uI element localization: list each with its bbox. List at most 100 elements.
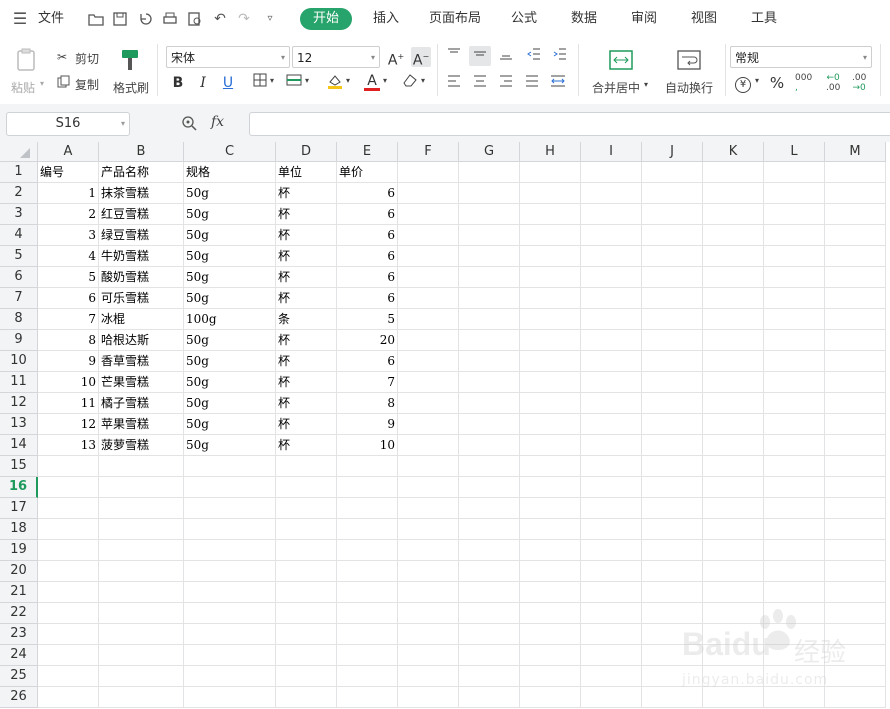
cell-m12[interactable] [825,393,886,414]
cell-d19[interactable] [276,540,337,561]
cell-b8[interactable]: 冰棍 [99,309,184,330]
tab-review[interactable]: 审阅 [631,9,657,29]
cell-d14[interactable]: 杯 [276,435,337,456]
row-header-1[interactable]: 1 [0,162,38,183]
cell-i4[interactable] [581,225,642,246]
row-header-4[interactable]: 4 [0,225,38,246]
cell-f18[interactable] [398,519,459,540]
cell-a19[interactable] [38,540,99,561]
cell-m7[interactable] [825,288,886,309]
row-header-5[interactable]: 5 [0,246,38,267]
cell-g17[interactable] [459,498,520,519]
cell-e5[interactable]: 6 [337,246,398,267]
cell-d9[interactable]: 杯 [276,330,337,351]
cell-a2[interactable]: 1 [38,183,99,204]
cell-l18[interactable] [764,519,825,540]
cell-g11[interactable] [459,372,520,393]
cell-h20[interactable] [520,561,581,582]
cell-f16[interactable] [398,477,459,498]
cell-i12[interactable] [581,393,642,414]
row-header-10[interactable]: 10 [0,351,38,372]
cell-e14[interactable]: 10 [337,435,398,456]
cell-m14[interactable] [825,435,886,456]
cell-d17[interactable] [276,498,337,519]
cell-k1[interactable] [703,162,764,183]
cell-c2[interactable]: 50g [184,183,276,204]
cell-c14[interactable]: 50g [184,435,276,456]
column-header-h[interactable]: H [520,142,581,162]
row-header-25[interactable]: 25 [0,666,38,687]
italic-button[interactable]: I [193,73,213,93]
cell-j17[interactable] [642,498,703,519]
cell-b21[interactable] [99,582,184,603]
cell-h21[interactable] [520,582,581,603]
cell-g3[interactable] [459,204,520,225]
cell-c8[interactable]: 100g [184,309,276,330]
cell-i21[interactable] [581,582,642,603]
cell-j18[interactable] [642,519,703,540]
cell-k6[interactable] [703,267,764,288]
cell-l8[interactable] [764,309,825,330]
cell-c5[interactable]: 50g [184,246,276,267]
tab-page-layout[interactable]: 页面布局 [429,9,481,29]
cell-i23[interactable] [581,624,642,645]
chevron-down-icon[interactable]: ▾ [270,76,274,85]
cell-l20[interactable] [764,561,825,582]
row-header-6[interactable]: 6 [0,267,38,288]
column-header-f[interactable]: F [398,142,459,162]
export-icon[interactable] [138,11,154,27]
cell-e21[interactable] [337,582,398,603]
print-icon[interactable] [162,11,178,27]
formula-input[interactable] [249,112,890,136]
cell-h16[interactable] [520,477,581,498]
cell-h3[interactable] [520,204,581,225]
cell-h12[interactable] [520,393,581,414]
cell-l6[interactable] [764,267,825,288]
distributed-align-icon[interactable] [548,73,568,93]
column-header-i[interactable]: I [581,142,642,162]
cell-l14[interactable] [764,435,825,456]
cell-f8[interactable] [398,309,459,330]
cell-l15[interactable] [764,456,825,477]
cell-a8[interactable]: 7 [38,309,99,330]
cell-k12[interactable] [703,393,764,414]
cell-m2[interactable] [825,183,886,204]
column-header-b[interactable]: B [99,142,184,162]
cell-j9[interactable] [642,330,703,351]
cell-m16[interactable] [825,477,886,498]
column-header-m[interactable]: M [825,142,886,162]
cell-i24[interactable] [581,645,642,666]
cell-f5[interactable] [398,246,459,267]
cell-e11[interactable]: 7 [337,372,398,393]
cell-h25[interactable] [520,666,581,687]
cell-a25[interactable] [38,666,99,687]
cell-l17[interactable] [764,498,825,519]
cell-j11[interactable] [642,372,703,393]
cell-a1[interactable]: 编号 [38,162,99,183]
cell-c15[interactable] [184,456,276,477]
cell-g23[interactable] [459,624,520,645]
cell-a21[interactable] [38,582,99,603]
cell-j8[interactable] [642,309,703,330]
cell-c16[interactable] [184,477,276,498]
cell-k3[interactable] [703,204,764,225]
row-header-19[interactable]: 19 [0,540,38,561]
cell-c19[interactable] [184,540,276,561]
align-right-icon[interactable] [496,73,516,93]
cell-e25[interactable] [337,666,398,687]
row-header-17[interactable]: 17 [0,498,38,519]
wrap-text-button[interactable]: 自动换行 [665,79,713,96]
cut-button[interactable]: 剪切 [75,50,99,67]
column-header-a[interactable]: A [38,142,99,162]
cell-f20[interactable] [398,561,459,582]
cell-b17[interactable] [99,498,184,519]
cell-g19[interactable] [459,540,520,561]
percent-button[interactable]: % [767,73,787,93]
cell-j13[interactable] [642,414,703,435]
cell-b12[interactable]: 橘子雪糕 [99,393,184,414]
cell-k10[interactable] [703,351,764,372]
hamburger-menu-icon[interactable]: ☰ [12,11,28,27]
cell-e9[interactable]: 20 [337,330,398,351]
cell-k5[interactable] [703,246,764,267]
cell-f6[interactable] [398,267,459,288]
